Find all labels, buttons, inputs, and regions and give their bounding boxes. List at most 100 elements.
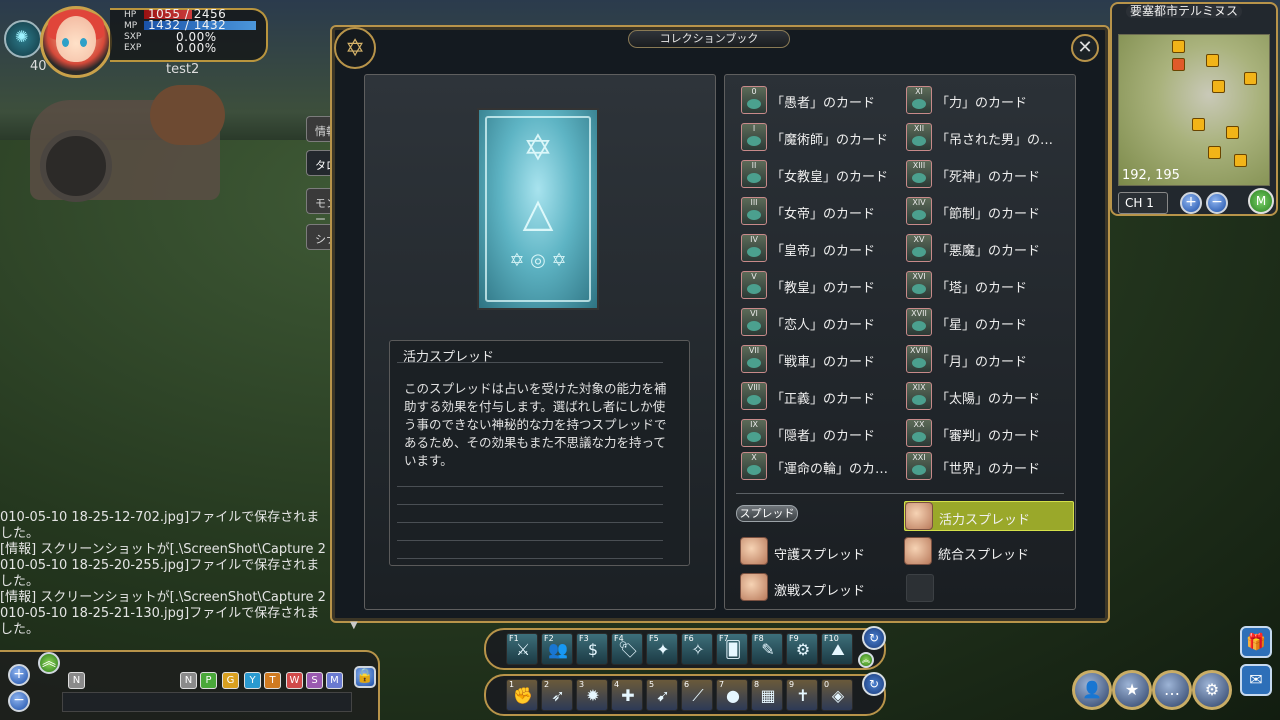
chat-channel-n-button[interactable]: N (68, 672, 85, 689)
skill-slot-9[interactable]: 9 ✝ (786, 679, 818, 711)
chat-channel-t-button[interactable]: T (264, 672, 281, 689)
skill-slot-f10[interactable]: F10 ⛰ (821, 633, 853, 665)
skill-slot-f5[interactable]: F5 ✦ (646, 633, 678, 665)
skill-slot-f4[interactable]: F4 🏷 (611, 633, 643, 665)
spread-item-vitality[interactable]: 活力スプレッド (904, 501, 1074, 531)
skill-slot-f6[interactable]: F6 ✧ (681, 633, 713, 665)
tarot-card-item[interactable]: XV 「悪魔」のカード (906, 234, 1071, 264)
skill-slot-6[interactable]: 6 ⟋ (681, 679, 713, 711)
chat-line: した。 (0, 526, 40, 541)
bar-toggle-icon[interactable]: ︽ (858, 652, 874, 668)
character-menu-button[interactable]: 👤 (1072, 670, 1112, 710)
skill-slot-f8[interactable]: F8 ✎ (751, 633, 783, 665)
tarot-card-item[interactable]: I 「魔術師」のカード (741, 123, 906, 153)
chat-lock-icon[interactable]: 🔒 (354, 666, 376, 688)
tarot-card-icon: IX (741, 419, 767, 447)
tarot-card-item[interactable]: X 「運命の輪」のカ… (741, 452, 906, 482)
gift-icon[interactable]: 🎁 (1240, 626, 1272, 658)
skill-slot-3[interactable]: 3 ✹ (576, 679, 608, 711)
skill-slot-f2[interactable]: F2 👥 (541, 633, 573, 665)
map-marker-icon[interactable] (1208, 146, 1221, 159)
tarot-card-item[interactable]: XVI 「塔」のカード (906, 271, 1071, 301)
tarot-card-item[interactable]: VIII 「正義」のカード (741, 382, 906, 412)
tarot-card-label: 「塔」のカード (936, 281, 1028, 296)
skill-slot-7[interactable]: 7 ● (716, 679, 748, 711)
messenger-icon[interactable]: ✉ (1240, 664, 1272, 696)
skill-icon: 🏷 (617, 640, 639, 659)
tarot-card-item[interactable]: II 「女教皇」のカード (741, 160, 906, 190)
tarot-card-item[interactable]: V 「教皇」のカード (741, 271, 906, 301)
card-numeral: XVII (911, 309, 927, 318)
tarot-card-item[interactable]: XVIII 「月」のカード (906, 345, 1071, 375)
tarot-card-item[interactable]: III 「女帝」のカード (741, 197, 906, 227)
skill-slot-1[interactable]: 1 ✊ (506, 679, 538, 711)
tarot-card-item[interactable]: VII 「戦車」のカード (741, 345, 906, 375)
card-numeral: V (751, 272, 757, 281)
skill-slot-4[interactable]: 4 ✚ (611, 679, 643, 711)
chat-channel-p-button[interactable]: P (200, 672, 217, 689)
map-marker-icon[interactable] (1206, 54, 1219, 67)
tarot-card-item[interactable]: 0 「愚者」のカード (741, 86, 906, 116)
tarot-card-item[interactable]: XX 「審判」のカード (906, 419, 1071, 449)
skill-slot-f7[interactable]: F7 🂠 (716, 633, 748, 665)
system-menu-button[interactable]: ⚙ (1192, 670, 1232, 710)
tarot-card-item[interactable]: XI 「力」のカード (906, 86, 1071, 116)
tarot-card-item[interactable]: XIX 「太陽」のカード (906, 382, 1071, 412)
chat-scroll-up-icon[interactable]: ︽ (38, 652, 60, 674)
map-marker-icon[interactable] (1212, 80, 1225, 93)
skill-slot-f3[interactable]: F3 $ (576, 633, 608, 665)
chat-collapse-button[interactable]: − (8, 690, 30, 712)
tarot-card-item[interactable]: XXI 「世界」のカード (906, 452, 1071, 482)
tarot-card-item[interactable]: XIII 「死神」のカード (906, 160, 1071, 190)
chat-input[interactable] (62, 692, 352, 712)
map-marker-icon[interactable] (1226, 126, 1239, 139)
spread-item-guardian[interactable]: 守護スプレッド (740, 537, 910, 567)
bar-swap-button[interactable]: ↻ (862, 626, 886, 650)
tarot-card-item[interactable]: XVII 「星」のカード (906, 308, 1071, 338)
spread-label: 活力スプレッド (939, 513, 1031, 528)
bar-swap-button[interactable]: ↻ (862, 672, 886, 696)
tarot-card-item[interactable]: IX 「隠者」のカード (741, 419, 906, 449)
chat-channel-g-button[interactable]: G (222, 672, 239, 689)
tarot-card-icon: III (741, 197, 767, 225)
card-symbol-icon (747, 284, 761, 294)
channel-selector[interactable]: CH 1 (1118, 192, 1168, 214)
tarot-card-item[interactable]: XIV 「節制」のカード (906, 197, 1071, 227)
map-marker-icon[interactable] (1244, 72, 1257, 85)
skill-slot-f9[interactable]: F9 ⚙ (786, 633, 818, 665)
zoom-out-button[interactable]: − (1206, 192, 1228, 214)
map-marker-icon[interactable] (1192, 118, 1205, 131)
skill-menu-button[interactable]: ★ (1112, 670, 1152, 710)
spread-item-integration[interactable]: 統合スプレッド (904, 537, 1074, 567)
skill-slot-0[interactable]: 0 ◈ (821, 679, 853, 711)
world-map-button[interactable]: M (1248, 188, 1274, 214)
chat-channel-s-button[interactable]: S (306, 672, 323, 689)
chat-channel-m-button[interactable]: M (326, 672, 343, 689)
chat-scroll-down-icon[interactable]: ▼ (350, 620, 358, 631)
skill-slot-2[interactable]: 2 ➶ (541, 679, 573, 711)
job-emblem-icon[interactable]: ✺ (4, 20, 42, 58)
chat-channel-w-button[interactable]: W (286, 672, 303, 689)
tarot-card-item[interactable]: VI 「恋人」のカード (741, 308, 906, 338)
skill-slot-f1[interactable]: F1 ⚔ (506, 633, 538, 665)
community-menu-button[interactable]: … (1152, 670, 1192, 710)
map-marker-icon[interactable] (1234, 154, 1247, 167)
shop-marker-icon[interactable] (1172, 58, 1185, 71)
chat-channel-n-button[interactable]: N (180, 672, 197, 689)
card-numeral: XIII (912, 161, 926, 170)
tarot-card-icon: IV (741, 234, 767, 262)
spread-icon (904, 537, 932, 565)
chat-channel-y-button[interactable]: Y (244, 672, 261, 689)
skill-slot-8[interactable]: 8 ▦ (751, 679, 783, 711)
skill-icon: ⛰ (831, 640, 845, 659)
map-marker-icon[interactable] (1172, 40, 1185, 53)
tarot-card-item[interactable]: XII 「吊された男」の… (906, 123, 1071, 153)
chat-expand-button[interactable]: + (8, 664, 30, 686)
minimap-view[interactable] (1118, 34, 1270, 186)
close-button[interactable]: ✕ (1071, 34, 1099, 62)
spread-item-battle[interactable]: 激戦スプレッド (740, 573, 910, 603)
tarot-card-item[interactable]: IV 「皇帝」のカード (741, 234, 906, 264)
tarot-card-icon: VI (741, 308, 767, 336)
skill-slot-5[interactable]: 5 ➹ (646, 679, 678, 711)
zoom-in-button[interactable]: + (1180, 192, 1202, 214)
